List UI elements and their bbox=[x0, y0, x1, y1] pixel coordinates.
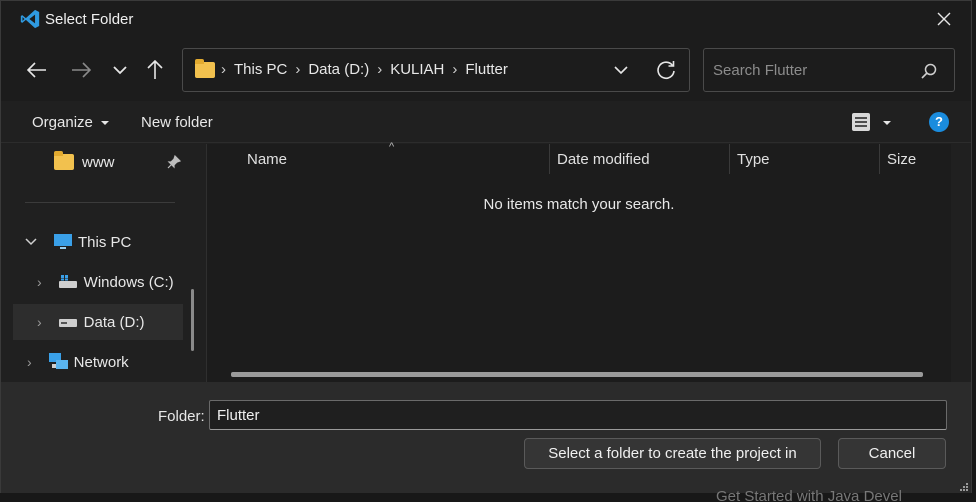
breadcrumb: › This PC › Data (D:) › KULIAH › Flutter bbox=[195, 58, 516, 78]
chevron-right-icon[interactable]: › bbox=[37, 274, 42, 290]
search-icon bbox=[921, 63, 937, 79]
close-button[interactable] bbox=[927, 5, 961, 33]
computer-icon bbox=[54, 234, 72, 249]
folder-name-input[interactable] bbox=[209, 400, 947, 430]
sidebar-scrollbar[interactable] bbox=[191, 289, 194, 351]
column-separator[interactable] bbox=[729, 144, 730, 174]
sort-caret-icon: ^ bbox=[389, 141, 395, 153]
caret-down-icon bbox=[883, 121, 892, 125]
sidebar-item-label: Network bbox=[73, 353, 129, 371]
details-view-icon bbox=[852, 113, 870, 131]
column-header-name[interactable]: Name bbox=[247, 151, 287, 168]
sidebar-item-windows-c[interactable]: › Windows (C:) bbox=[1, 264, 191, 300]
sidebar-item-label: www bbox=[82, 153, 115, 171]
network-icon bbox=[48, 353, 68, 369]
chevron-right-icon: › bbox=[221, 61, 226, 78]
window-title: Select Folder bbox=[45, 11, 134, 28]
chevron-right-icon[interactable]: › bbox=[27, 354, 32, 370]
command-toolbar: Organize New folder ? bbox=[1, 101, 971, 143]
chevron-down-icon bbox=[113, 66, 127, 75]
resize-grip-icon[interactable] bbox=[959, 482, 969, 492]
arrow-left-icon bbox=[27, 62, 46, 78]
column-separator[interactable] bbox=[879, 144, 880, 174]
drive-icon bbox=[58, 319, 77, 327]
organize-label: Organize bbox=[32, 114, 93, 131]
select-folder-dialog: Select Folder › This PC › Data (D:) › KU… bbox=[0, 0, 972, 494]
sidebar-item-network[interactable]: › Network bbox=[1, 344, 191, 380]
column-header-size[interactable]: Size bbox=[887, 151, 916, 168]
column-header-type[interactable]: Type bbox=[737, 151, 770, 168]
select-folder-button[interactable]: Select a folder to create the project in bbox=[524, 438, 821, 469]
folder-label: Folder: bbox=[158, 408, 205, 425]
back-button[interactable] bbox=[22, 55, 52, 85]
caret-down-icon bbox=[101, 121, 110, 125]
sidebar-item-data-d[interactable]: › Data (D:) bbox=[13, 304, 183, 340]
sidebar-item-www[interactable]: www bbox=[1, 144, 191, 180]
refresh-button[interactable] bbox=[655, 59, 677, 85]
background-window-edge bbox=[972, 0, 976, 502]
empty-message: No items match your search. bbox=[483, 196, 675, 213]
help-icon[interactable]: ? bbox=[929, 112, 949, 132]
pin-icon[interactable] bbox=[167, 155, 181, 169]
file-list-pane: ^ Name Date modified Type Size No items … bbox=[207, 141, 951, 382]
navigation-row: › This PC › Data (D:) › KULIAH › Flutter… bbox=[1, 39, 971, 101]
breadcrumb-this-pc[interactable]: This PC bbox=[234, 61, 287, 78]
breadcrumb-flutter[interactable]: Flutter bbox=[465, 61, 508, 78]
sidebar-item-label: Data (D:) bbox=[83, 313, 145, 331]
vscode-icon bbox=[20, 9, 40, 29]
folder-icon bbox=[54, 151, 74, 170]
chevron-down-icon bbox=[614, 66, 628, 75]
search-box[interactable]: Search Flutter bbox=[703, 48, 955, 92]
chevron-right-icon: › bbox=[295, 61, 301, 78]
sidebar-item-label: Windows (C:) bbox=[83, 273, 174, 291]
title-bar: Select Folder bbox=[1, 1, 971, 39]
organize-menu[interactable]: Organize bbox=[32, 114, 110, 131]
new-folder-button[interactable]: New folder bbox=[141, 114, 213, 131]
arrow-right-icon bbox=[72, 62, 91, 78]
breadcrumb-kuliah[interactable]: KULIAH bbox=[390, 61, 444, 78]
column-header-date-modified[interactable]: Date modified bbox=[557, 151, 650, 168]
navigation-pane: www This PC › Windows (C:) › Data (D:) ›… bbox=[1, 144, 207, 382]
close-icon bbox=[937, 12, 951, 26]
horizontal-scrollbar[interactable] bbox=[231, 372, 923, 377]
chevron-right-icon: › bbox=[452, 61, 458, 78]
up-button[interactable] bbox=[140, 55, 170, 85]
address-bar[interactable]: › This PC › Data (D:) › KULIAH › Flutter bbox=[182, 48, 690, 92]
view-options-button[interactable] bbox=[851, 112, 892, 136]
sidebar-item-this-pc[interactable]: This PC bbox=[1, 224, 191, 260]
refresh-icon bbox=[657, 61, 675, 80]
windows-drive-icon bbox=[58, 275, 77, 288]
divider bbox=[25, 202, 175, 203]
cancel-button[interactable]: Cancel bbox=[838, 438, 946, 469]
address-dropdown-button[interactable] bbox=[613, 60, 629, 84]
folder-icon bbox=[195, 58, 215, 78]
dialog-footer: Folder: Select a folder to create the pr… bbox=[1, 382, 971, 494]
column-separator[interactable] bbox=[549, 144, 550, 174]
search-input[interactable]: Search Flutter bbox=[713, 62, 807, 79]
background-tab-text: Get Started with Java Devel bbox=[716, 488, 902, 502]
recent-locations-button[interactable] bbox=[105, 55, 135, 85]
chevron-right-icon: › bbox=[377, 61, 383, 78]
sidebar-item-label: This PC bbox=[78, 233, 132, 251]
breadcrumb-data-d[interactable]: Data (D:) bbox=[308, 61, 369, 78]
arrow-up-icon bbox=[147, 60, 163, 79]
forward-button[interactable] bbox=[66, 55, 96, 85]
chevron-down-icon[interactable] bbox=[25, 237, 37, 247]
chevron-right-icon[interactable]: › bbox=[37, 314, 42, 330]
